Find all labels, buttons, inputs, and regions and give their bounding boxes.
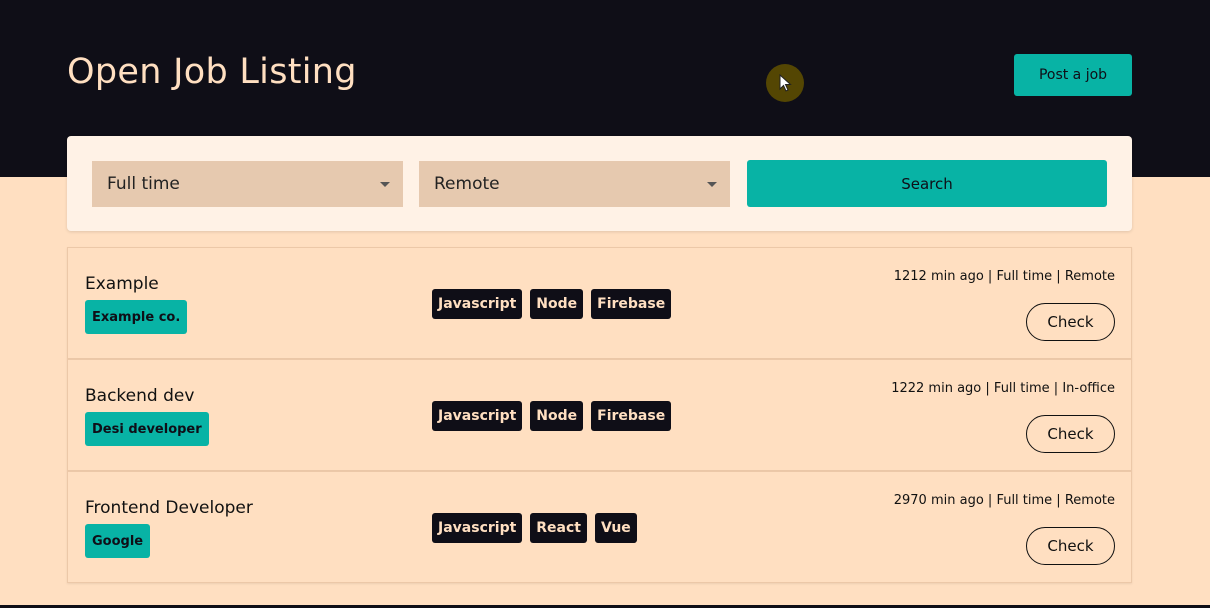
job-title: Example	[85, 274, 159, 294]
job-card: Example Example co. Javascript Node Fire…	[67, 247, 1132, 359]
location-select[interactable]: Remote	[419, 161, 730, 207]
posted-time: 2970 min ago	[893, 493, 984, 508]
posted-time: 1212 min ago	[893, 269, 984, 284]
job-list: Example Example co. Javascript Node Fire…	[67, 247, 1132, 583]
page-title: Open Job Listing	[67, 52, 357, 92]
skill-chip: Javascript	[432, 401, 523, 431]
skill-chip: Vue	[595, 513, 637, 543]
job-type: Full time	[996, 269, 1053, 284]
skill-chip: React	[530, 513, 587, 543]
skill-list: Javascript Node Firebase	[432, 289, 672, 319]
chevron-down-icon	[380, 182, 390, 187]
skill-chip: Javascript	[432, 513, 523, 543]
job-location: In-office	[1062, 381, 1115, 396]
posted-time: 1222 min ago	[891, 381, 982, 396]
job-meta: 2970 min ago | Full time | Remote	[893, 493, 1115, 508]
job-type-value: Full time	[107, 174, 180, 194]
company-badge: Google	[85, 524, 151, 558]
filter-panel: Full time Remote Search	[67, 136, 1132, 231]
company-badge: Example co.	[85, 300, 188, 334]
job-meta: 1212 min ago | Full time | Remote	[893, 269, 1115, 284]
location-value: Remote	[434, 174, 500, 194]
skill-chip: Node	[530, 289, 584, 319]
job-location: Remote	[1064, 269, 1115, 284]
job-title: Frontend Developer	[85, 498, 253, 518]
skill-chip: Firebase	[591, 289, 672, 319]
job-card: Backend dev Desi developer Javascript No…	[67, 359, 1132, 471]
job-card: Frontend Developer Google Javascript Rea…	[67, 471, 1132, 583]
mouse-pointer-icon	[766, 64, 804, 102]
skill-list: Javascript React Vue	[432, 513, 637, 543]
chevron-down-icon	[707, 182, 717, 187]
job-type: Full time	[993, 381, 1050, 396]
search-button[interactable]: Search	[747, 160, 1107, 207]
company-badge: Desi developer	[85, 412, 209, 446]
skill-chip: Firebase	[591, 401, 672, 431]
skill-chip: Javascript	[432, 289, 523, 319]
job-type: Full time	[996, 493, 1053, 508]
job-location: Remote	[1064, 493, 1115, 508]
job-title: Backend dev	[85, 386, 195, 406]
post-job-button[interactable]: Post a job	[1014, 54, 1132, 96]
check-button[interactable]: Check	[1026, 303, 1115, 341]
job-meta: 1222 min ago | Full time | In-office	[891, 381, 1115, 396]
check-button[interactable]: Check	[1026, 527, 1115, 565]
skill-chip: Node	[530, 401, 584, 431]
skill-list: Javascript Node Firebase	[432, 401, 672, 431]
check-button[interactable]: Check	[1026, 415, 1115, 453]
job-type-select[interactable]: Full time	[92, 161, 403, 207]
